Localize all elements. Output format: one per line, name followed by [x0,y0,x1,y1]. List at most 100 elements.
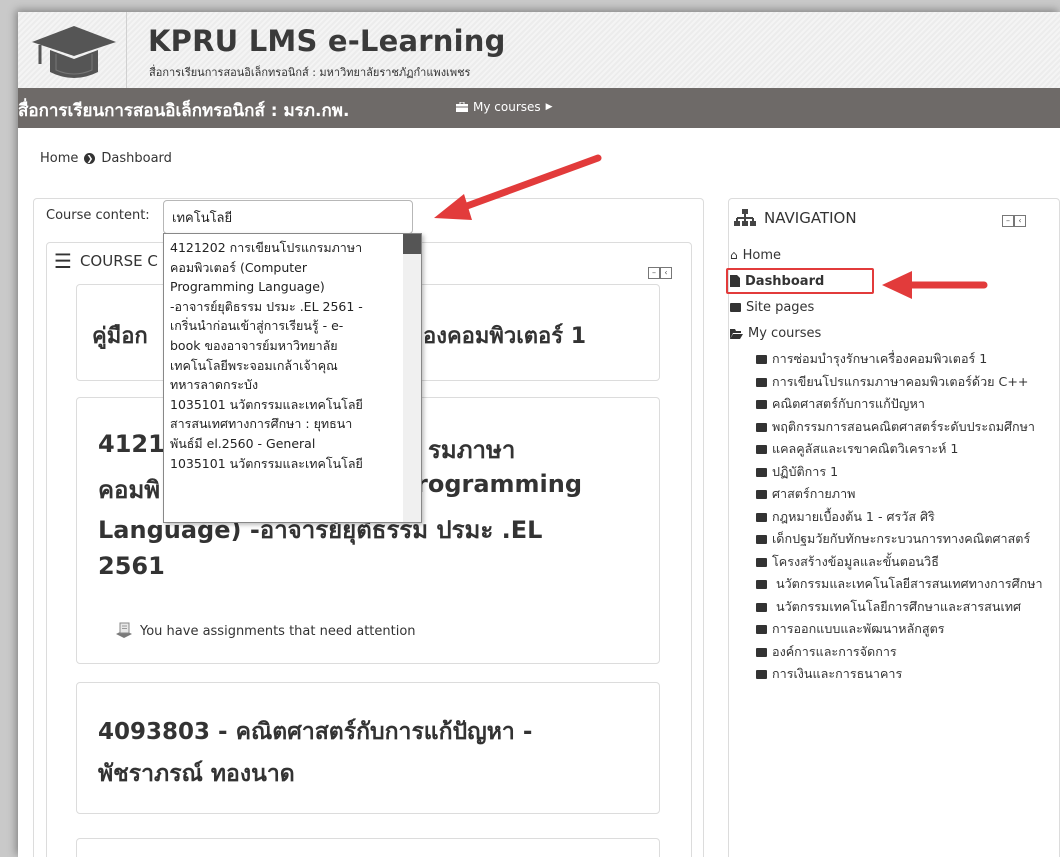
browser-page: KPRU LMS e-Learning สื่อการเรียนการสอนอิ… [18,12,1060,857]
folder-icon [756,490,767,499]
my-courses-label: My courses [473,100,541,114]
chevron-right-icon: ❯ [84,153,96,164]
nav-course-item[interactable]: ศาสตร์กายภาพ [730,485,1050,504]
hamburger-icon[interactable]: ☰ [54,251,72,271]
nav-course-item[interactable]: การออกแบบและพัฒนาหลักสูตร [730,620,1050,639]
site-logo[interactable] [18,12,127,88]
folder-open-icon [730,329,743,339]
course-overview-header: ☰ COURSE C [54,251,158,271]
suggestion-line[interactable]: -อาจารย์ยุติธรรม ปรมะ .EL 2561 - [170,297,402,317]
suggestion-line[interactable]: book ของอาจารย์มหาวิทยาลัย [170,336,402,356]
suggestion-line[interactable]: คอมพิวเตอร์ (Computer [170,258,402,278]
course-card-title-line[interactable]: 4121 [98,430,165,458]
site-title[interactable]: KPRU LMS e-Learning [148,24,506,58]
navigation-title: NAVIGATION [764,209,857,227]
folder-icon [756,580,767,589]
dashboard-highlight [726,268,874,294]
nav-course-label: การซ่อมบำรุงรักษาเครื่องคอมพิวเตอร์ 1 [772,351,988,366]
nav-course-label: โครงสร้างข้อมูลและขั้นตอนวิธี [772,553,939,569]
nav-course-item[interactable]: นวัตกรรมและเทคโนโลยีสารสนเทศทางการศึกษา [730,575,1050,594]
collapse-block-icon[interactable]: – [1002,215,1014,227]
course-card-title-line[interactable]: คอมพิ [98,470,160,509]
suggestion-scrollbar[interactable] [403,234,421,522]
nav-course-item[interactable]: พฤติกรรมการสอนคณิตศาสตร์ระดับประถมศึกษา [730,418,1050,437]
nav-item-label: Site pages [746,300,815,315]
suggestion-list[interactable]: 4121202 การเขียนโปรแกรมภาษา คอมพิวเตอร์ (… [170,238,402,473]
course-content-search-input[interactable] [163,200,413,234]
suggestion-line[interactable]: 1035101 นวัตกรรมและเทคโนโลยี [170,395,402,415]
breadcrumb: Home ❯ Dashboard [40,151,172,166]
collapse-block-icon[interactable]: – [648,267,660,279]
nav-course-item[interactable]: การเขียนโปรแกรมภาษาคอมพิวเตอร์ด้วย C++ [730,373,1050,392]
nav-course-label: กฎหมายเบื้องต้น 1 - ศรวัส ศิริ [772,508,935,524]
nav-item-label: My courses [748,326,822,341]
course-card-title-line[interactable]: 4093803 - คณิตศาสตร์กับการแก้ปัญหา - [98,714,532,750]
folder-icon [756,625,767,634]
folder-icon [756,602,767,612]
nav-course-label: การออกแบบและพัฒนาหลักสูตร [772,621,945,636]
course-card-title-line[interactable]: 2561 [98,552,165,580]
assignment-notice[interactable]: You have assignments that need attention [114,622,416,640]
folder-icon [756,467,767,477]
arrow-icon [434,154,602,220]
nav-block-controls: – ‹ [1002,215,1026,227]
suggestion-line[interactable]: เกริ่นนำก่อนเข้าสู่การเรียนรู้ - e- [170,316,402,336]
nav-course-item[interactable]: องค์การและการจัดการ [730,643,1050,662]
suggestion-line[interactable]: Programming Language) [170,277,402,297]
course-card [76,838,660,857]
course-overview-title: COURSE C [79,252,158,270]
suggestion-line[interactable]: พันธ์มี el.2560 - General [170,434,402,454]
folder-icon [756,355,767,364]
nav-course-label: องค์การและการจัดการ [772,643,897,659]
top-navbar: สื่อการเรียนการสอนอิเล็กทรอนิกส์ : มรภ.ก… [18,88,1060,128]
nav-course-item[interactable]: ปฏิบัติการ 1 [730,463,1050,482]
navigation-tree: ⌂ Home Dashboard Site pages My courses ก… [730,246,1050,688]
nav-course-item[interactable]: คณิตศาสตร์กับการแก้ปัญหา [730,395,1050,414]
folder-icon [756,670,767,679]
nav-course-label: นวัตกรรมและเทคโนโลยีสารสนเทศทางการศึกษา [772,576,1043,591]
folder-icon [756,422,767,432]
nav-course-item[interactable]: เด็กปฐมวัยกับทักษะกระบวนการทางคณิตศาสตร์ [730,530,1050,549]
nav-course-item[interactable]: นวัตกรรมเทคโนโลยีการศึกษาและสารสนเทศ [730,598,1050,617]
nav-course-item[interactable]: โครงสร้างข้อมูลและขั้นตอนวิธี [730,553,1050,572]
nav-course-item[interactable]: การเงินและการธนาคาร [730,665,1050,684]
nav-course-item[interactable]: การซ่อมบำรุงรักษาเครื่องคอมพิวเตอร์ 1 [730,350,1050,369]
course-search-suggestions[interactable]: 4121202 การเขียนโปรแกรมภาษา คอมพิวเตอร์ (… [163,233,422,523]
course-card-title-line[interactable]: rogramming [416,470,582,498]
folder-icon [756,400,767,409]
nav-course-label: แคลคูลัสและเรขาคณิตวิเคราะห์ 1 [772,441,959,456]
scrollbar-thumb[interactable] [403,234,421,254]
nav-course-item[interactable]: กฎหมายเบื้องต้น 1 - ศรวัส ศิริ [730,508,1050,527]
nav-course-label: ศาสตร์กายภาพ [772,486,856,501]
nav-item-my-courses[interactable]: My courses [730,324,1050,343]
dock-block-icon[interactable]: ‹ [1014,215,1026,227]
assignment-icon [116,622,132,638]
navigation-header: NAVIGATION [734,209,857,227]
dock-block-icon[interactable]: ‹ [660,267,672,279]
nav-course-label: การเขียนโปรแกรมภาษาคอมพิวเตอร์ด้วย C++ [772,373,1029,389]
suggestion-line[interactable]: 1035101 นวัตกรรมและเทคโนโลยี [170,454,402,474]
nav-course-label: ปฏิบัติการ 1 [772,463,839,479]
graduation-cap-icon [32,26,116,78]
nav-course-label: คณิตศาสตร์กับการแก้ปัญหา [772,396,925,411]
suggestion-line[interactable]: 4121202 การเขียนโปรแกรมภาษา [170,238,402,258]
nav-item-label: Home [742,248,782,263]
breadcrumb-dashboard[interactable]: Dashboard [101,151,172,166]
nav-item-home[interactable]: ⌂ Home [730,246,1050,265]
breadcrumb-home[interactable]: Home [40,151,78,166]
nav-course-label: พฤติกรรมการสอนคณิตศาสตร์ระดับประถมศึกษา [772,418,1036,434]
my-courses-menu[interactable]: My courses ▶ [456,100,553,114]
course-card-title-right[interactable]: องคอมพิวเตอร์ 1 [423,318,586,353]
suggestion-line[interactable]: ทหารลาดกระบัง [170,375,402,395]
suggestion-line[interactable]: เทคโนโลยีพระจอมเกล้าเจ้าคุณ [170,356,402,376]
course-card-title-line[interactable]: พัชราภรณ์ ทองนาด [98,756,295,792]
suggestion-line[interactable]: สารสนเทศทางการศึกษา : ยุทธนา [170,414,402,434]
nav-course-label: การเงินและการธนาคาร [772,666,903,681]
nav-course-label: เด็กปฐมวัยกับทักษะกระบวนการทางคณิตศาสตร์ [772,531,1031,546]
nav-course-item[interactable]: แคลคูลัสและเรขาคณิตวิเคราะห์ 1 [730,440,1050,459]
course-card-title-line[interactable]: รมภาษา [428,430,515,469]
nav-item-site-pages[interactable]: Site pages [730,298,1050,317]
course-card-title[interactable]: คู่มือก [92,318,148,353]
navbar-brand[interactable]: สื่อการเรียนการสอนอิเล็กทรอนิกส์ : มรภ.ก… [18,97,349,124]
folder-icon [756,535,767,544]
